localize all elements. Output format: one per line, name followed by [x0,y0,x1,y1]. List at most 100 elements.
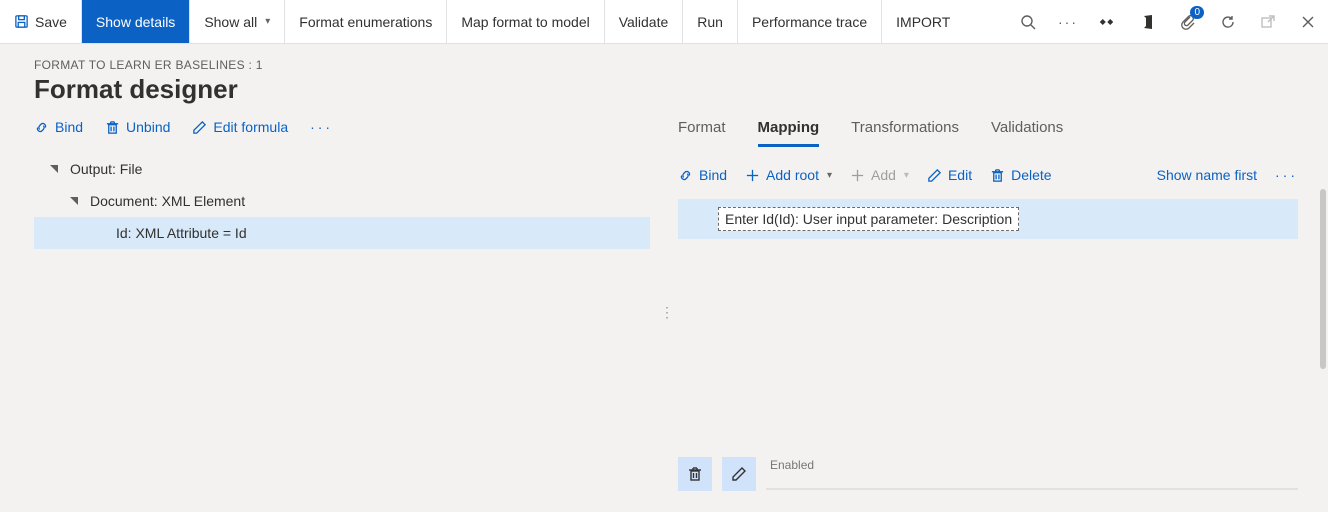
attachments-badge: 0 [1190,6,1204,19]
right-toolbar: Bind Add root ▾ Add ▾ Edit [678,167,1298,183]
search-button[interactable] [1008,0,1048,43]
perf-trace-label: Performance trace [752,14,867,30]
name-first-label: Show name first [1157,167,1257,183]
more-commands-button[interactable]: ··· [1048,0,1088,43]
tree-node-output[interactable]: Output: File [34,153,650,185]
show-name-first-button[interactable]: Show name first [1157,167,1257,183]
edit-icon-button[interactable] [722,457,756,491]
unbind-label: Unbind [126,119,170,135]
show-all-dropdown[interactable]: Show all ▾ [190,0,285,43]
plus-icon [745,168,760,183]
tree-node-label: Output: File [70,161,142,177]
tab-mapping[interactable]: Mapping [758,119,820,147]
edit-button[interactable]: Edit [927,167,972,183]
import-button[interactable]: IMPORT [882,0,964,43]
command-bar: Save Show details Show all ▾ Format enum… [0,0,1328,44]
trash-icon [105,120,120,135]
add-root-dropdown[interactable]: Add root ▾ [745,167,832,183]
diamonds-icon [1099,18,1117,26]
chevron-down-icon: ▾ [904,170,909,181]
tab-validations[interactable]: Validations [991,119,1063,147]
trash-icon [990,168,1005,183]
save-button[interactable]: Save [0,0,82,43]
map-format-to-model-button[interactable]: Map format to model [447,0,604,43]
edit-formula-button[interactable]: Edit formula [192,119,288,135]
pencil-icon [927,168,942,183]
page-header: FORMAT TO LEARN ER BASELINES : 1 Format … [0,58,1328,105]
page-title: Format designer [34,74,1294,105]
attachments-button[interactable]: 0 [1168,0,1208,43]
edit-label: Edit [948,167,972,183]
caret-down-icon [48,163,60,175]
mapping-panel: ⋮ Format Mapping Transformations Validat… [664,119,1328,505]
chevron-down-icon: ▾ [265,16,270,27]
plus-icon [850,168,865,183]
left-toolbar: Bind Unbind Edit formula ··· [34,119,650,135]
import-label: IMPORT [896,14,950,30]
mapping-row-value: Enter Id(Id): User input parameter: Desc… [718,207,1019,231]
splitter-grip[interactable]: ⋮ [660,310,674,314]
ellipsis-icon: ··· [1058,14,1078,30]
caret-placeholder [94,227,106,239]
delete-icon-button[interactable] [678,457,712,491]
popout-button[interactable] [1248,0,1288,43]
tree-node-label: Document: XML Element [90,193,245,209]
add-dropdown: Add ▾ [850,167,909,183]
save-label: Save [35,14,67,30]
tree-node-label: Id: XML Attribute = Id [116,225,247,241]
breadcrumb: FORMAT TO LEARN ER BASELINES : 1 [34,58,1294,72]
show-details-button[interactable]: Show details [82,0,190,43]
delete-label: Delete [1011,167,1051,183]
chevron-down-icon: ▾ [827,170,832,181]
tab-format[interactable]: Format [678,119,726,147]
refresh-button[interactable] [1208,0,1248,43]
pencil-icon [192,120,207,135]
format-enumerations-button[interactable]: Format enumerations [285,0,447,43]
tab-transformations[interactable]: Transformations [851,119,959,147]
bind-label: Bind [55,119,83,135]
save-icon [14,14,29,29]
format-tree: Output: File Document: XML Element Id: X… [34,153,650,249]
enabled-input[interactable] [766,488,1298,490]
add-label: Add [871,167,896,183]
right-more-button[interactable]: ··· [1275,167,1298,183]
show-details-label: Show details [96,14,175,30]
vertical-scrollbar[interactable] [1320,189,1326,369]
format-enum-label: Format enumerations [299,14,432,30]
link-icon [34,120,49,135]
validate-button[interactable]: Validate [605,0,684,43]
performance-trace-button[interactable]: Performance trace [738,0,882,43]
close-button[interactable] [1288,0,1328,43]
bind-button[interactable]: Bind [34,119,83,135]
refresh-icon [1220,14,1236,30]
left-more-button[interactable]: ··· [310,119,333,135]
validate-label: Validate [619,14,669,30]
mapping-row-selected[interactable]: Enter Id(Id): User input parameter: Desc… [678,199,1298,239]
link-icon [678,168,693,183]
caret-down-icon [68,195,80,207]
close-icon [1300,14,1316,30]
trash-icon [687,466,703,482]
edit-formula-label: Edit formula [213,119,288,135]
run-button[interactable]: Run [683,0,738,43]
map-to-model-label: Map format to model [461,14,589,30]
add-root-label: Add root [766,167,819,183]
popout-icon [1260,14,1276,30]
show-all-label: Show all [204,14,257,30]
format-panel: Bind Unbind Edit formula ··· Output: Fil… [0,119,664,505]
delete-button[interactable]: Delete [990,167,1051,183]
tree-node-document[interactable]: Document: XML Element [34,185,650,217]
enabled-field: Enabled [766,458,1298,490]
run-label: Run [697,14,723,30]
page-body: FORMAT TO LEARN ER BASELINES : 1 Format … [0,44,1328,512]
bottom-strip: Enabled [678,457,1298,491]
bind-button-right[interactable]: Bind [678,167,727,183]
search-icon [1020,14,1036,30]
office-button[interactable] [1128,0,1168,43]
enabled-label: Enabled [770,458,1298,472]
diamonds-button[interactable] [1088,0,1128,43]
pencil-icon [731,466,747,482]
tree-node-id[interactable]: Id: XML Attribute = Id [34,217,650,249]
office-icon [1140,14,1156,30]
unbind-button[interactable]: Unbind [105,119,170,135]
